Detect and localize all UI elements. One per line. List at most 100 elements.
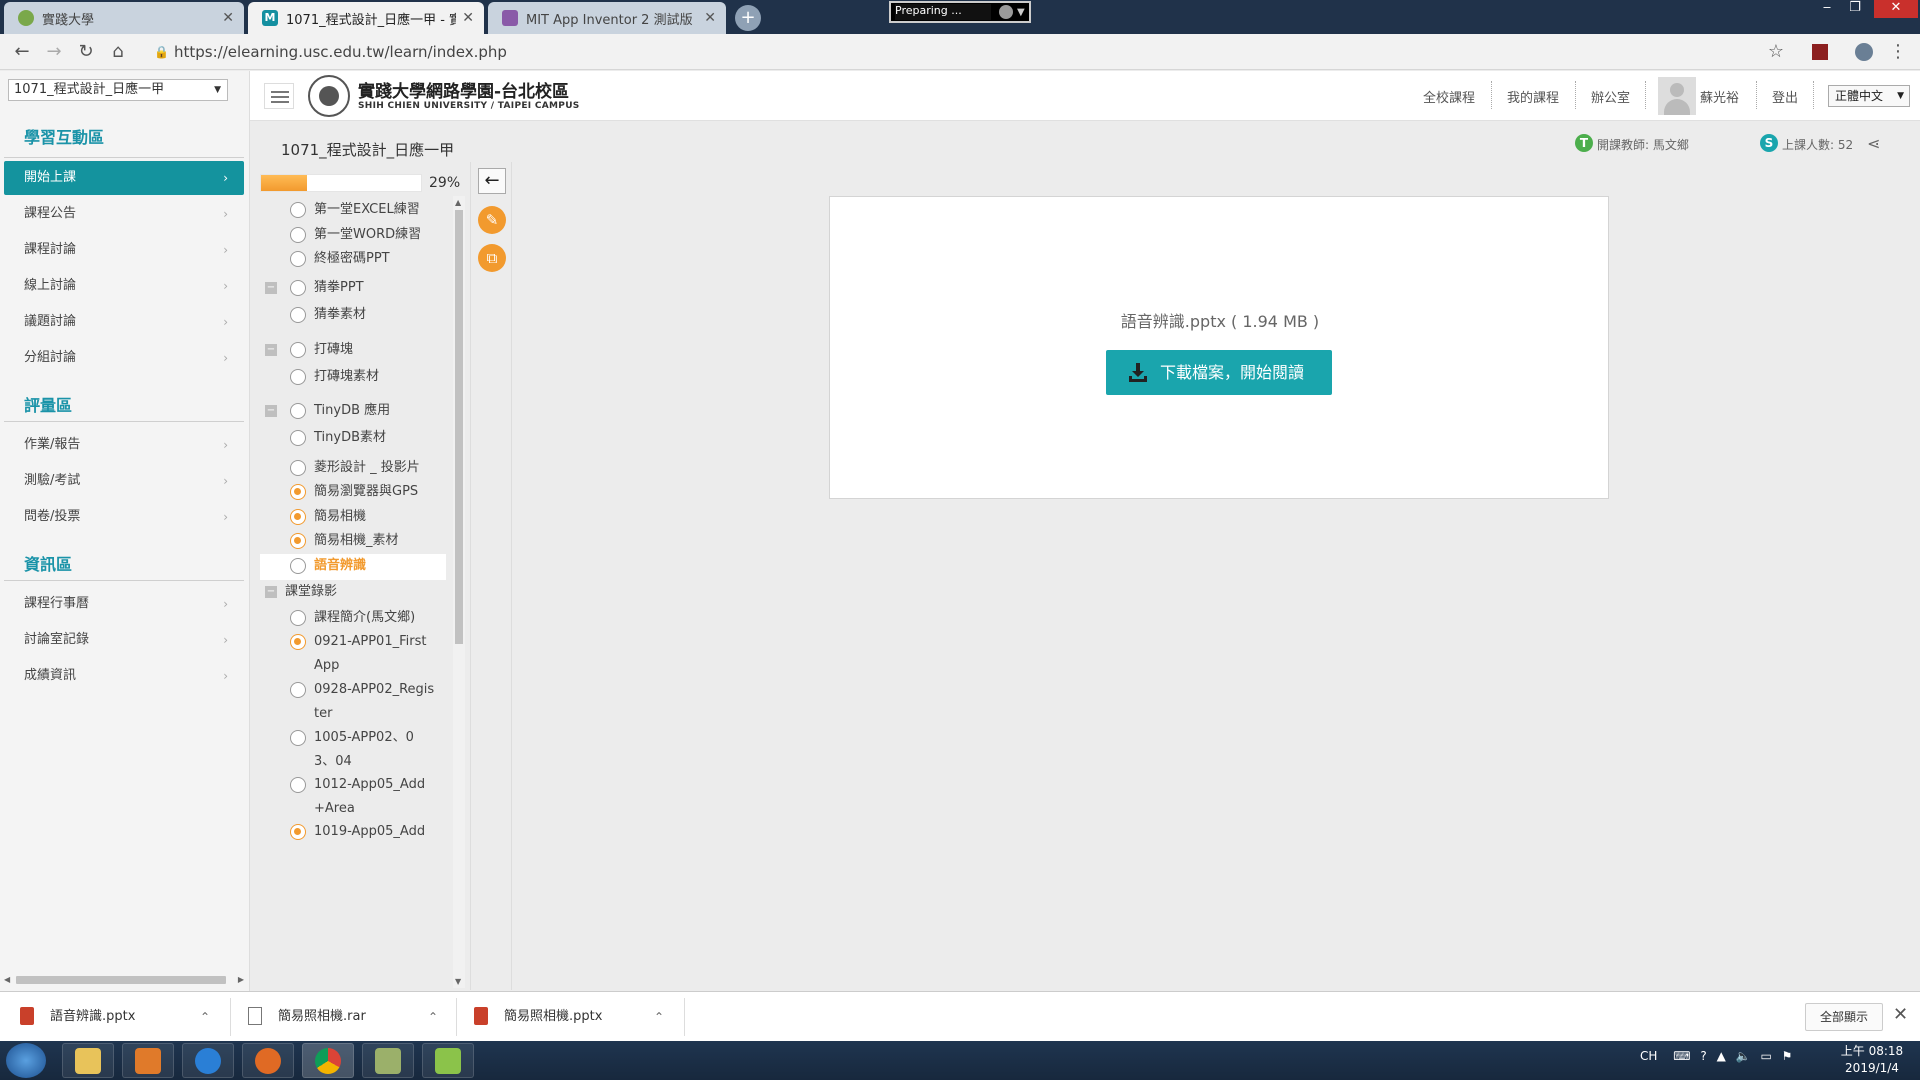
forward-arrow-icon[interactable]: → [42, 41, 66, 63]
chevron-up-icon[interactable]: ⌃ [654, 992, 664, 1042]
nav-my-courses[interactable]: 我的課程 [1507, 87, 1559, 106]
tree-item-label: 0928-APP02_Regis ter [314, 678, 434, 726]
taskbar-firefox[interactable] [242, 1043, 294, 1078]
sidebar-item-homework[interactable]: 作業/報告 › [4, 428, 244, 462]
browser-tab-appinventor[interactable]: MIT App Inventor 2 測試版 ✕ [488, 2, 726, 34]
sidebar-item-topic-discussion[interactable]: 議題討論 › [4, 305, 244, 339]
collapse-toggle-icon[interactable]: − [265, 344, 277, 356]
tree-item[interactable]: 第一堂WORD練習 [252, 223, 442, 247]
taskbar-clock[interactable]: 上午 08:18 2019/1/4 [1832, 1043, 1912, 1077]
input-language[interactable]: CH [1640, 1049, 1657, 1063]
taskbar-android[interactable] [422, 1043, 474, 1078]
sidebar-item-announcements[interactable]: 課程公告 › [4, 197, 244, 231]
tree-item[interactable]: 終極密碼PPT [252, 247, 442, 271]
download-item[interactable]: 簡易照相機.rar ⌃ [248, 992, 448, 1042]
sidebar-item-online-discussion[interactable]: 線上討論 › [4, 269, 244, 303]
minimize-icon[interactable]: ‒ [1814, 0, 1840, 18]
browser-tab-course[interactable]: M 1071_程式設計_日應一甲 - 實踐 ✕ [248, 2, 484, 34]
tree-item[interactable]: 菱形設計 _ 投影片 [252, 456, 442, 480]
language-select[interactable]: 正體中文 ▼ [1828, 85, 1910, 107]
more-menu-icon[interactable]: ⋮ [1886, 41, 1910, 63]
close-tab-icon[interactable]: ✕ [704, 10, 716, 26]
tree-item[interactable]: 第一堂EXCEL練習 [252, 198, 442, 222]
nav-office[interactable]: 辦公室 [1591, 87, 1630, 106]
tree-scrollbar[interactable]: ▲ ▼ [453, 196, 465, 988]
tree-item[interactable]: 簡易瀏覽器與GPS [252, 480, 442, 504]
course-selector[interactable]: 1071_程式設計_日應一甲 ▼ [8, 79, 228, 101]
keyboard-icon[interactable]: ⌨ [1673, 1049, 1690, 1063]
back-arrow-icon[interactable]: ← [10, 41, 34, 63]
record-icon[interactable] [999, 5, 1013, 19]
volume-icon[interactable]: 🔈 [1736, 1049, 1751, 1063]
horizontal-scrollbar[interactable]: ◀ ▶ [4, 973, 244, 987]
download-button[interactable]: 下載檔案，開始閱讀 [1106, 350, 1332, 395]
reload-icon[interactable]: ↻ [74, 41, 98, 63]
share-icon[interactable]: ⋖ [1867, 134, 1880, 153]
download-item[interactable]: 簡易照相機.pptx ⌃ [474, 992, 674, 1042]
tree-item[interactable]: 1012-App05_Add +Area [252, 773, 442, 821]
tree-item[interactable]: − 打磚塊 [252, 338, 442, 362]
windows-start-icon[interactable] [6, 1043, 46, 1078]
chevron-up-icon[interactable]: ⌃ [200, 992, 210, 1042]
collapse-toggle-icon[interactable]: − [265, 282, 277, 294]
home-icon[interactable]: ⌂ [106, 41, 130, 63]
tree-item[interactable]: 0921-APP01_First App [252, 630, 442, 678]
taskbar-explorer[interactable] [62, 1043, 114, 1078]
sidebar-item-exams[interactable]: 測驗/考試 › [4, 464, 244, 498]
hamburger-menu-icon[interactable] [264, 83, 294, 109]
tree-item[interactable]: 猜拳素材 [252, 303, 442, 327]
collapse-toggle-icon[interactable]: − [265, 405, 277, 417]
tree-item[interactable]: 1005-APP02、0 3、04 [252, 726, 442, 774]
tree-item[interactable]: 1019-App05_Add [252, 820, 442, 848]
taskbar-media[interactable] [122, 1043, 174, 1078]
show-all-downloads-button[interactable]: 全部顯示 [1805, 1003, 1883, 1031]
browser-tab-usc[interactable]: 實踐大學 ✕ [4, 2, 244, 34]
download-item[interactable]: 語音辨識.pptx ⌃ [20, 992, 220, 1042]
tree-item[interactable]: 語音辨識 [260, 554, 446, 580]
show-hidden-icons-icon[interactable]: ▲ [1717, 1049, 1726, 1063]
restore-icon[interactable]: ❐ [1842, 0, 1868, 18]
sidebar-item-surveys[interactable]: 問卷/投票 › [4, 500, 244, 534]
nav-all-courses[interactable]: 全校課程 [1423, 87, 1475, 106]
sidebar-item-grades[interactable]: 成績資訊 › [4, 659, 244, 693]
taskbar-photos[interactable] [362, 1043, 414, 1078]
user-name[interactable]: 蘇光裕 [1700, 87, 1739, 106]
tree-item[interactable]: 0928-APP02_Regis ter [252, 678, 442, 726]
tree-item[interactable]: − 猜拳PPT [252, 276, 442, 300]
sidebar-item-chat-records[interactable]: 討論室記錄 › [4, 623, 244, 657]
avatar[interactable] [1658, 77, 1696, 115]
notes-icon[interactable]: ✎ [478, 206, 506, 234]
sidebar-item-course-discussion[interactable]: 課程討論 › [4, 233, 244, 267]
taskbar-chrome[interactable] [302, 1043, 354, 1078]
tree-item[interactable]: TinyDB素材 [252, 426, 442, 450]
bookmark-star-icon[interactable]: ☆ [1764, 41, 1788, 63]
tree-item[interactable]: 打磚塊素材 [252, 365, 442, 389]
logout-link[interactable]: 登出 [1772, 87, 1798, 106]
close-tab-icon[interactable]: ✕ [222, 10, 234, 26]
tree-item[interactable]: − TinyDB 應用 [252, 399, 442, 423]
tree-item[interactable]: 簡易相機 [252, 505, 442, 529]
close-icon[interactable]: ✕ [1893, 1004, 1908, 1025]
help-icon[interactable]: ? [1700, 1049, 1706, 1063]
sidebar-item-start-class[interactable]: 開始上課 › [4, 161, 244, 195]
chevron-down-icon[interactable]: ▼ [1017, 7, 1025, 18]
tree-folder[interactable]: − 課堂錄影 [252, 580, 442, 604]
profile-avatar-icon[interactable] [1855, 43, 1873, 61]
copy-window-icon[interactable]: ⧉ [478, 244, 506, 272]
network-icon[interactable]: ▭ [1760, 1049, 1771, 1063]
tree-item[interactable]: 課程簡介(馬文鄉) [252, 606, 442, 630]
sidebar-item-group-discussion[interactable]: 分組討論 › [4, 341, 244, 375]
tree-item[interactable]: 簡易相機_素材 [252, 529, 442, 553]
taskbar-ie[interactable] [182, 1043, 234, 1078]
close-window-icon[interactable]: ✕ [1874, 0, 1918, 18]
back-arrow-icon[interactable]: ← [478, 168, 506, 194]
chevron-up-icon[interactable]: ⌃ [428, 992, 438, 1042]
sidebar-item-calendar[interactable]: 課程行事曆 › [4, 587, 244, 621]
flag-icon[interactable]: ⚑ [1782, 1049, 1793, 1063]
collapse-toggle-icon[interactable]: − [265, 586, 277, 598]
address-bar[interactable]: 🔒 https://elearning.usc.edu.tw/learn/ind… [150, 38, 1750, 66]
recorder-widget[interactable]: Preparing ... ▼ [889, 1, 1031, 23]
close-tab-icon[interactable]: ✕ [462, 10, 474, 26]
new-tab-button[interactable]: + [735, 5, 761, 31]
pdf-extension-icon[interactable] [1812, 44, 1828, 60]
